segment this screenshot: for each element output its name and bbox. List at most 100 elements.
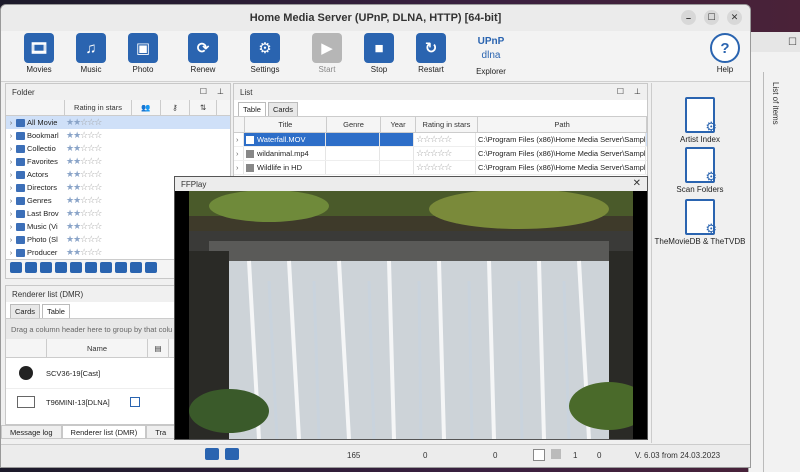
folder-tree-item[interactable]: › All Movie ★★☆☆☆ xyxy=(6,116,230,129)
expand-arrow-icon[interactable]: › xyxy=(234,147,244,160)
folder-tree-item[interactable]: › Bookmarl ★★☆☆☆ xyxy=(6,129,230,142)
expand-arrow-icon[interactable]: › xyxy=(6,118,16,127)
folder-move-icon[interactable] xyxy=(70,262,82,273)
folder-edit-icon[interactable] xyxy=(55,262,67,273)
tab-table[interactable]: Table xyxy=(238,102,266,116)
checkbox[interactable] xyxy=(533,449,545,461)
start-icon: ▶ xyxy=(312,33,342,63)
music-button[interactable]: ♫ Music xyxy=(65,33,117,74)
rating-col-header[interactable]: Rating in stars xyxy=(416,117,479,132)
restart-button[interactable]: ↻ Restart xyxy=(405,33,457,74)
help-button[interactable]: ? Help xyxy=(699,33,750,74)
folder-tree-item[interactable]: › Collectio ★★☆☆☆ xyxy=(6,142,230,155)
pin-icon[interactable]: ⊥ xyxy=(217,87,224,96)
checkbox[interactable] xyxy=(129,397,140,407)
tab-message-log[interactable]: Message log xyxy=(1,425,62,439)
folder-col[interactable] xyxy=(6,100,65,115)
start-button[interactable]: ▶ Start xyxy=(301,33,353,74)
key-icon[interactable]: ⚷ xyxy=(161,100,190,115)
expand-arrow-icon[interactable]: › xyxy=(6,196,16,205)
renew-button[interactable]: ⟳ Renew xyxy=(177,33,229,74)
panel-restore-icon[interactable]: ☐ xyxy=(200,87,207,96)
screen-icon[interactable] xyxy=(225,448,239,460)
year-col-header[interactable]: Year xyxy=(381,117,416,132)
expand-arrow-icon[interactable]: › xyxy=(6,235,16,244)
rating-stars[interactable]: ★★☆☆☆ xyxy=(66,117,102,128)
users-icon[interactable]: 👥 xyxy=(132,100,161,115)
settings-button[interactable]: ⚙ Settings xyxy=(239,33,291,74)
folder-image-icon[interactable] xyxy=(40,262,52,273)
movies-button[interactable]: 🎞 Movies xyxy=(13,33,65,74)
table-row[interactable]: › Waterfall.MOV ☆☆☆☆☆ C:\Program Files (x86… xyxy=(234,133,647,147)
artist-index-button[interactable]: Artist Index xyxy=(651,97,749,144)
rating-stars[interactable]: ★★☆☆☆ xyxy=(66,234,102,245)
genre-col-header[interactable]: Genre xyxy=(327,117,382,132)
expand-arrow-icon[interactable]: › xyxy=(6,157,16,166)
rating-stars[interactable]: ★★☆☆☆ xyxy=(66,247,102,258)
expand-arrow-icon[interactable]: › xyxy=(234,161,244,174)
expand-arrow-icon[interactable]: › xyxy=(6,222,16,231)
panel-restore-icon[interactable]: ☐ xyxy=(617,87,624,96)
rating-stars[interactable]: ☆☆☆☆☆ xyxy=(414,161,476,174)
sort-icon[interactable]: ⇅ xyxy=(190,100,217,115)
maximize-icon[interactable]: ☐ xyxy=(788,37,797,48)
expand-arrow-icon[interactable]: › xyxy=(234,133,244,146)
rating-stars[interactable]: ★★☆☆☆ xyxy=(66,130,102,141)
folder-label: All Movie xyxy=(27,118,58,127)
folder-open-icon[interactable] xyxy=(10,262,22,273)
rating-col-header[interactable]: Rating in stars xyxy=(65,100,132,115)
scan-folders-button[interactable]: Scan Folders xyxy=(651,147,749,194)
tmdb-button[interactable]: TheMovieDB & TheTVDB xyxy=(651,199,749,246)
folder-copy-icon[interactable] xyxy=(85,262,97,273)
tab-renderer-list[interactable]: Renderer list (DMR) xyxy=(61,425,147,439)
expand-arrow-icon[interactable]: › xyxy=(6,144,16,153)
title-col-header[interactable]: Title xyxy=(245,117,327,132)
rating-stars[interactable]: ★★☆☆☆ xyxy=(66,208,102,219)
ffplay-window[interactable]: FFPlay ✕ xyxy=(174,176,648,440)
network-icon[interactable] xyxy=(205,448,219,460)
maximize-button[interactable]: ☐ xyxy=(704,10,719,25)
list-icon[interactable] xyxy=(551,449,561,459)
tab-table[interactable]: Table xyxy=(42,304,70,318)
restart-icon: ↻ xyxy=(416,33,446,63)
explorer-button[interactable]: UPnP dlna Explorer xyxy=(465,33,517,76)
minimize-button[interactable]: – xyxy=(681,10,696,25)
key-tool-icon[interactable] xyxy=(130,262,142,273)
dlna-logo-text: dlna xyxy=(481,50,501,61)
photo-button[interactable]: ▣ Photo xyxy=(117,33,169,74)
disk-icon[interactable] xyxy=(115,262,127,273)
pin-icon[interactable]: ⊥ xyxy=(634,87,641,96)
settings-col-icon[interactable]: ▤ xyxy=(148,339,169,357)
close-button[interactable]: ✕ xyxy=(727,10,742,25)
rating-stars[interactable]: ★★☆☆☆ xyxy=(66,182,102,193)
tab-cards[interactable]: Cards xyxy=(267,102,298,116)
name-col-header[interactable]: Name xyxy=(47,339,148,357)
rating-stars[interactable]: ★★☆☆☆ xyxy=(66,169,102,180)
rating-stars[interactable]: ★★☆☆☆ xyxy=(66,195,102,206)
expand-arrow-icon[interactable]: › xyxy=(6,248,16,257)
rating-stars[interactable]: ☆☆☆☆☆ xyxy=(414,133,476,146)
table-row[interactable]: › wildanimal.mp4 ☆☆☆☆☆ C:\Program Files (x8… xyxy=(234,147,647,161)
rating-stars[interactable]: ★★☆☆☆ xyxy=(66,156,102,167)
close-icon[interactable]: ✕ xyxy=(633,178,641,189)
users-tool-icon[interactable] xyxy=(145,262,157,273)
stop-button[interactable]: ■ Stop xyxy=(353,33,405,74)
rating-stars[interactable]: ★★☆☆☆ xyxy=(66,221,102,232)
rating-stars[interactable]: ☆☆☆☆☆ xyxy=(414,147,476,160)
rating-stars[interactable]: ★★☆☆☆ xyxy=(66,143,102,154)
expand-arrow-icon[interactable]: › xyxy=(6,209,16,218)
expand-arrow-icon[interactable]: › xyxy=(6,183,16,192)
path-col-header[interactable]: Path xyxy=(478,117,647,132)
tab-cards[interactable]: Cards xyxy=(10,304,41,318)
folder-add-icon[interactable] xyxy=(25,262,37,273)
video-frame[interactable] xyxy=(189,191,633,439)
tab-transcoding[interactable]: Tra xyxy=(146,425,176,439)
expand-arrow-icon[interactable]: › xyxy=(6,131,16,140)
save-icon[interactable] xyxy=(100,262,112,273)
title-cell: wildanimal.mp4 xyxy=(244,147,326,160)
expand-col xyxy=(234,117,245,132)
folder-icon xyxy=(16,144,25,153)
folder-tree-item[interactable]: › Favorites ★★☆☆☆ xyxy=(6,155,230,168)
table-row[interactable]: › Wildlife in HD ☆☆☆☆☆ C:\Program Files (x8… xyxy=(234,161,647,175)
expand-arrow-icon[interactable]: › xyxy=(6,170,16,179)
